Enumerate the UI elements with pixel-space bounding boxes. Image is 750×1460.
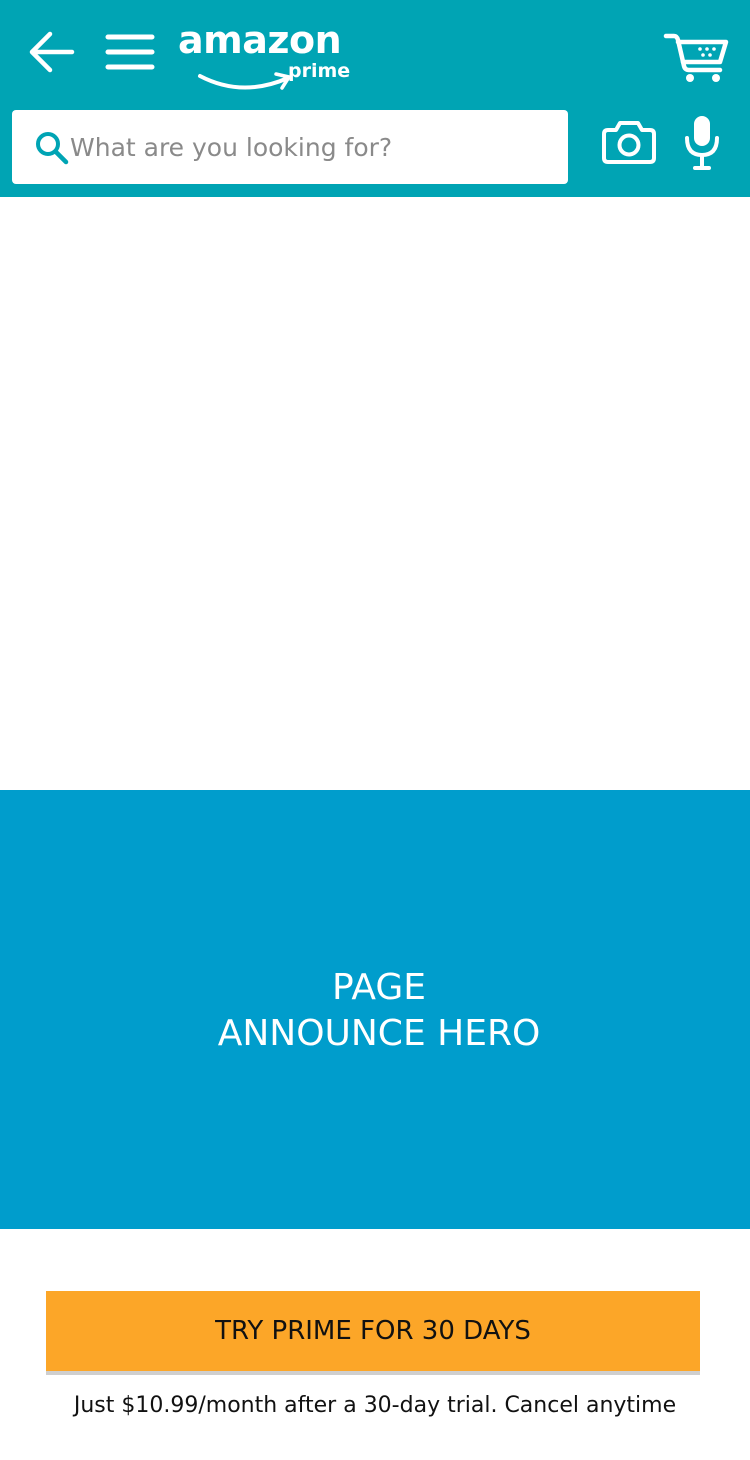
pricing-fine-print: Just $10.99/month after a 30-day trial. … <box>73 1393 677 1418</box>
cart-icon <box>663 33 729 82</box>
header-top-row: amazon prime <box>0 0 750 105</box>
menu-button[interactable] <box>104 28 156 78</box>
smile-arrow-icon <box>198 72 291 90</box>
logo-word: amazon <box>178 18 342 62</box>
amazon-prime-logo[interactable]: amazon prime <box>176 18 351 90</box>
microphone-icon <box>685 116 719 170</box>
search-icon <box>36 132 69 165</box>
cart-button[interactable] <box>662 28 732 84</box>
content-placeholder <box>0 197 750 790</box>
try-prime-button[interactable]: TRY PRIME FOR 30 DAYS <box>46 1291 700 1375</box>
back-arrow-icon <box>29 31 75 73</box>
hamburger-menu-icon <box>105 34 155 70</box>
search-input[interactable] <box>70 110 560 184</box>
search-bar[interactable] <box>12 110 568 184</box>
voice-search-button[interactable] <box>682 114 722 172</box>
hero-line-1: PAGE <box>331 967 427 1008</box>
camera-icon <box>602 121 656 164</box>
camera-search-button[interactable] <box>600 116 658 168</box>
announce-hero-banner: PAGE ANNOUNCE HERO <box>0 790 750 1229</box>
back-button[interactable] <box>24 28 80 78</box>
logo-subtext: prime <box>288 60 351 82</box>
hero-line-2: ANNOUNCE HERO <box>217 1013 541 1054</box>
top-header: amazon prime <box>0 0 750 197</box>
